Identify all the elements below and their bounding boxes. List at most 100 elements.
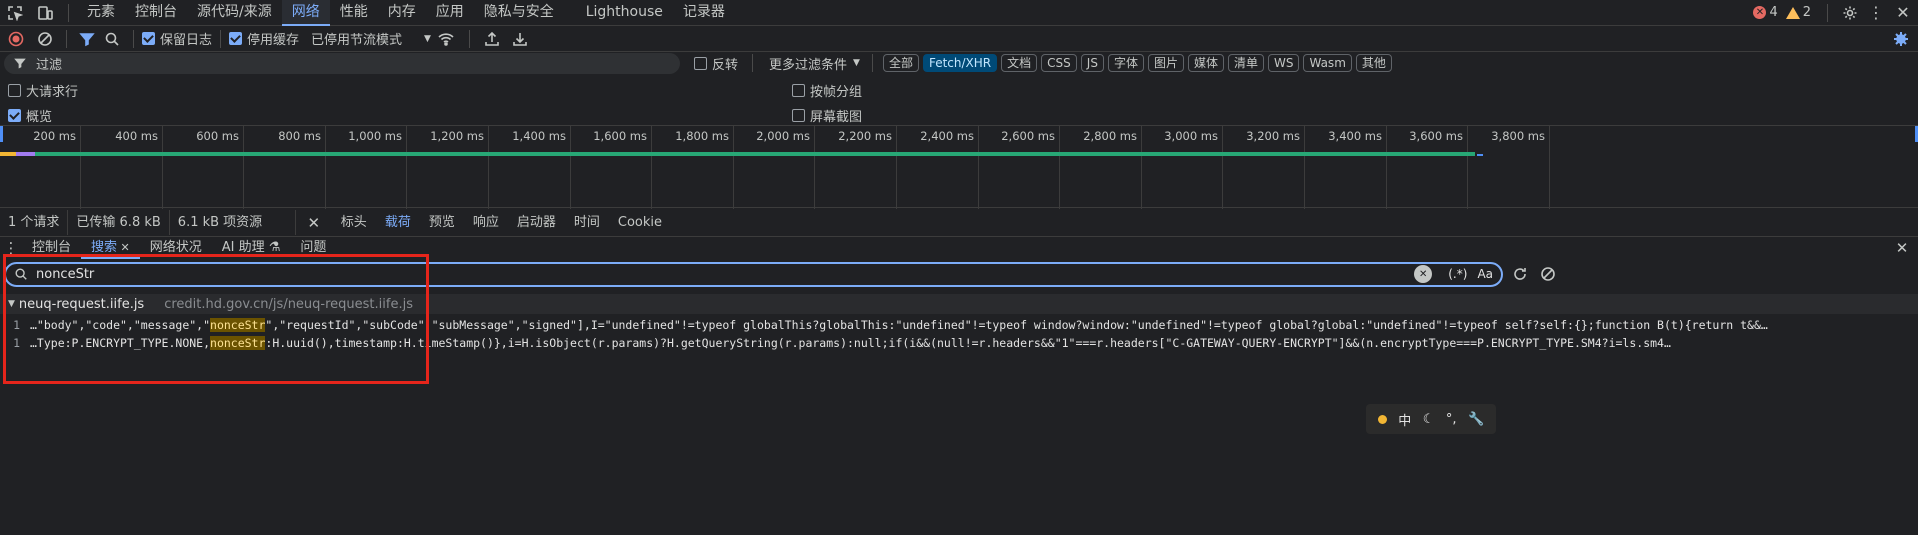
- network-conditions-wifi-icon[interactable]: [431, 31, 461, 47]
- timeline-tick-label: 800 ms: [278, 129, 321, 143]
- checkbox-unchecked[interactable]: [694, 56, 707, 70]
- timeline-tick-label: 2,800 ms: [1083, 129, 1137, 143]
- detail-tab-0[interactable]: 标头: [332, 210, 376, 235]
- close-tab-icon[interactable]: ✕: [117, 241, 130, 254]
- error-badge[interactable]: ✕ 4: [1753, 5, 1778, 20]
- moon-icon[interactable]: ☾: [1423, 412, 1435, 427]
- timeline-gridline: [1304, 126, 1305, 209]
- timeline-tick-label: 2,200 ms: [838, 129, 892, 143]
- checkbox-checked[interactable]: [8, 109, 21, 122]
- timeline-tick-label: 2,000 ms: [756, 129, 810, 143]
- match-case-toggle[interactable]: Aa: [1477, 267, 1493, 281]
- overview-option[interactable]: 概览: [8, 106, 52, 125]
- more-filters-dropdown[interactable]: 更多过滤条件 ▼: [769, 54, 860, 73]
- filter-type-2[interactable]: 文档: [1001, 54, 1038, 72]
- divider: [68, 3, 69, 22]
- divider: [468, 29, 470, 48]
- error-icon: ✕: [1753, 6, 1767, 19]
- screenshots-option[interactable]: 屏幕截图: [792, 106, 862, 125]
- request-count: 1 个请求: [0, 210, 69, 235]
- tab-1[interactable]: 控制台: [125, 0, 187, 26]
- close-drawer-icon[interactable]: ✕: [1886, 239, 1918, 257]
- tab-8[interactable]: Lighthouse: [576, 0, 673, 26]
- drawer-tab-label: 网络状况: [149, 239, 202, 255]
- detail-tab-6[interactable]: Cookie: [609, 210, 671, 235]
- filter-type-6[interactable]: 图片: [1147, 54, 1184, 72]
- resource-type-filters: 全部 Fetch/XHR 文档 CSS JS 字体 图片 媒体 清单 WS Wasm 其他: [882, 54, 1396, 72]
- punctuation-icon[interactable]: °,: [1446, 412, 1457, 427]
- group-by-frame-option[interactable]: 按帧分组: [792, 81, 862, 100]
- filter-input[interactable]: 过滤: [4, 52, 680, 74]
- timeline-left-handle[interactable]: [0, 126, 3, 142]
- big-rows-option[interactable]: 大请求行: [8, 81, 78, 100]
- tab-3[interactable]: 网络: [281, 0, 330, 26]
- search-icon[interactable]: [99, 31, 125, 47]
- clear-results-icon[interactable]: [1537, 266, 1559, 282]
- timeline-tick-label: 200 ms: [33, 129, 76, 143]
- warning-badge[interactable]: 2: [1785, 5, 1811, 20]
- more-vert-icon[interactable]: ⋮: [1864, 3, 1888, 22]
- detail-tab-4[interactable]: 启动器: [508, 210, 565, 235]
- filter-type-3[interactable]: CSS: [1041, 54, 1077, 72]
- drawer-tab-label: 搜索: [91, 239, 118, 255]
- request-stalled-bar: [16, 152, 35, 156]
- timeline-gridline: [1386, 126, 1387, 209]
- tab-6[interactable]: 应用: [426, 0, 474, 26]
- settings-gear-icon[interactable]: [1836, 5, 1864, 21]
- network-settings-gear-icon[interactable]: [1884, 31, 1918, 47]
- refresh-icon[interactable]: [1503, 266, 1537, 282]
- tab-2[interactable]: 源代码/来源: [187, 0, 282, 26]
- filter-type-8[interactable]: 清单: [1227, 54, 1264, 72]
- tab-5[interactable]: 内存: [378, 0, 426, 26]
- close-devtools-icon[interactable]: ✕: [1888, 3, 1918, 22]
- timeline-overview[interactable]: 200 ms 400 ms 600 ms 800 ms 1,000 ms 1,200 ms…: [0, 125, 1918, 209]
- checkbox-checked[interactable]: [142, 32, 155, 45]
- detail-tab-3[interactable]: 响应: [464, 210, 508, 235]
- filter-type-1[interactable]: Fetch/XHR: [922, 54, 998, 72]
- filter-type-11[interactable]: 其他: [1355, 54, 1392, 72]
- device-toolbar-icon[interactable]: [30, 0, 60, 26]
- tab-0[interactable]: 元素: [77, 0, 125, 26]
- timeline-tick-label: 2,600 ms: [1001, 129, 1055, 143]
- timeline-tick-label: 1,600 ms: [593, 129, 647, 143]
- summary-bar: 1 个请求 已传输 6.8 kB 6.1 kB 项资源 ✕ 标头 载荷 预览 响应 启动…: [0, 210, 1918, 235]
- ime-language[interactable]: 中: [1398, 410, 1411, 429]
- timeline-gridline: [162, 126, 163, 209]
- timeline-tick-label: 400 ms: [115, 129, 158, 143]
- tab-7[interactable]: 隐私与安全: [474, 0, 564, 26]
- filter-type-10[interactable]: Wasm: [1303, 54, 1352, 72]
- import-har-upload-icon[interactable]: [478, 31, 506, 47]
- checkbox-unchecked[interactable]: [792, 84, 805, 97]
- checkbox-checked[interactable]: [229, 32, 243, 45]
- tab-9[interactable]: 记录器: [673, 0, 735, 26]
- preserve-log-checkbox[interactable]: 保留日志: [142, 29, 212, 48]
- ime-toolbar[interactable]: 中 ☾ °, 🔧: [1366, 404, 1496, 434]
- tab-4[interactable]: 性能: [330, 0, 378, 26]
- export-har-download-icon[interactable]: [506, 31, 534, 47]
- clear-search-icon[interactable]: ✕: [1414, 265, 1433, 283]
- checkbox-unchecked[interactable]: [792, 109, 805, 122]
- checkbox-unchecked[interactable]: [8, 84, 21, 97]
- filter-funnel-icon[interactable]: [75, 31, 99, 47]
- close-detail-icon[interactable]: ✕: [296, 214, 332, 232]
- clear-icon[interactable]: [32, 31, 58, 47]
- detail-tab-1[interactable]: 载荷: [376, 210, 420, 235]
- timeline-tick-label: 1,200 ms: [430, 129, 484, 143]
- filter-type-5[interactable]: 字体: [1107, 54, 1144, 72]
- timeline-gridline: [978, 126, 979, 209]
- detail-tab-5[interactable]: 时间: [565, 210, 609, 235]
- regex-toggle[interactable]: (.*): [1448, 267, 1467, 281]
- record-stop-icon[interactable]: [0, 31, 32, 47]
- divider: [1827, 3, 1828, 22]
- throttle-select[interactable]: 已停用节流模式 ▼: [311, 29, 431, 48]
- invert-checkbox[interactable]: 反转: [694, 54, 738, 73]
- detail-tab-2[interactable]: 预览: [420, 210, 464, 235]
- wrench-icon[interactable]: 🔧: [1468, 412, 1484, 427]
- filter-type-9[interactable]: WS: [1268, 54, 1300, 72]
- line-text-after: ","requestId","subCode","subMessage","si…: [265, 318, 1768, 332]
- filter-type-7[interactable]: 媒体: [1187, 54, 1224, 72]
- filter-type-4[interactable]: JS: [1080, 54, 1104, 72]
- disable-cache-checkbox[interactable]: 停用缓存: [229, 29, 299, 48]
- filter-type-0[interactable]: 全部: [882, 54, 919, 72]
- inspect-element-icon[interactable]: [0, 0, 30, 26]
